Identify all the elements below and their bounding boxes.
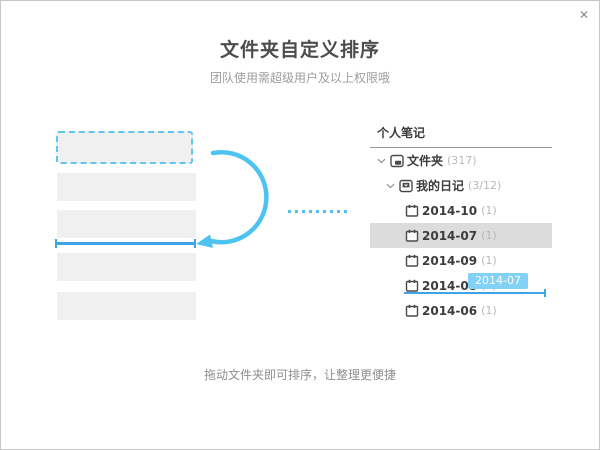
tree-item-label: 2014-07 <box>422 229 477 243</box>
chevron-down-icon[interactable] <box>377 158 386 164</box>
tree-item-count: (1) <box>481 204 497 217</box>
notebook-icon <box>405 304 419 318</box>
dotted-connector-line <box>288 210 350 213</box>
tree-item-2014-09[interactable]: 2014-09 (1) <box>370 248 552 273</box>
tree-item-2014-07[interactable]: 2014-07 (1) <box>370 223 552 248</box>
close-icon[interactable]: ✕ <box>575 6 593 24</box>
notebook-icon <box>405 204 419 218</box>
notebook-icon <box>405 254 419 268</box>
tree-item-2014-06[interactable]: 2014-06 (1) <box>370 298 552 323</box>
drop-indicator-line <box>404 292 545 294</box>
notebook-icon <box>405 279 419 293</box>
dialog-subtitle: 团队使用需超级用户及以上权限哦 <box>1 69 599 86</box>
tree-item-count: (3/12) <box>468 179 501 192</box>
tree-item-folders[interactable]: 文件夹 (317) <box>370 148 552 173</box>
list-item-bar <box>57 173 196 201</box>
tree-item-label: 文件夹 <box>407 152 443 169</box>
folder-book-icon <box>390 154 404 168</box>
dialog-caption: 拖动文件夹即可排序，让整理更便捷 <box>1 366 599 383</box>
list-item-bar <box>57 253 196 281</box>
list-item-bar <box>57 210 196 238</box>
tree-item-2014-10[interactable]: 2014-10 (1) <box>370 198 552 223</box>
tree-item-label: 2014-06 <box>422 304 477 318</box>
notebook-icon <box>405 229 419 243</box>
drop-indicator-line <box>56 242 195 245</box>
tree-item-count: (1) <box>481 229 497 242</box>
tree-item-count: (1) <box>481 254 497 267</box>
tree-item-count: (317) <box>447 154 477 167</box>
tree-item-my-diary[interactable]: 我的日记 (3/12) <box>370 173 552 198</box>
diary-book-icon <box>399 179 413 193</box>
tree-item-count: (1) <box>481 304 497 317</box>
curved-arrow-icon <box>191 141 281 261</box>
dialog-title: 文件夹自定义排序 <box>1 35 599 62</box>
dragged-folder-badge[interactable]: 2014-07 <box>468 273 528 289</box>
panel-title: 个人笔记 <box>370 123 552 148</box>
chevron-down-icon[interactable] <box>386 183 395 189</box>
tree-item-label: 2014-09 <box>422 254 477 268</box>
notes-panel: 个人笔记 文件夹 (317) 我的日记 (3/12) <box>370 123 552 323</box>
tree-item-label: 2014-10 <box>422 204 477 218</box>
dragged-item-placeholder <box>56 131 193 164</box>
folder-sort-dialog: ✕ 文件夹自定义排序 团队使用需超级用户及以上权限哦 个人笔记 文件夹 (317… <box>0 0 600 450</box>
tree-item-label: 我的日记 <box>416 177 464 194</box>
list-item-bar <box>57 292 196 320</box>
